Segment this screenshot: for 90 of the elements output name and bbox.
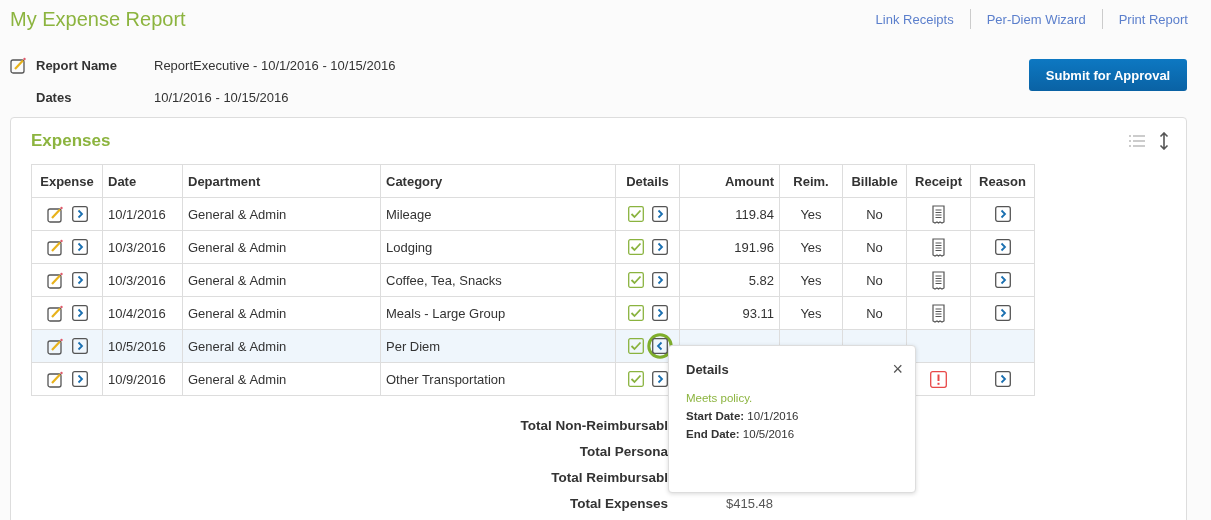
table-cell: No <box>842 197 907 231</box>
table-cell: Yes <box>779 230 843 264</box>
chevron-right-icon[interactable] <box>651 371 668 388</box>
table-cell: 93.11 <box>679 296 780 330</box>
table-cell: General & Admin <box>182 197 381 231</box>
edit-icon[interactable] <box>46 337 64 355</box>
column-header: Receipt <box>906 164 971 198</box>
table-cell: No <box>842 263 907 297</box>
field-label: Dates <box>36 89 73 105</box>
column-header: Expense <box>31 164 103 198</box>
close-button[interactable]: × <box>892 358 903 380</box>
resize-icon[interactable] <box>1159 132 1169 150</box>
field-value: 10/1/2016 - 10/15/2016 <box>154 89 289 105</box>
edit-icon[interactable] <box>46 205 64 223</box>
table-cell: Per Diem <box>380 329 616 363</box>
chevron-right-icon[interactable] <box>71 272 88 289</box>
table-cell: 10/5/2016 <box>102 329 183 363</box>
chevron-left-icon[interactable] <box>646 333 673 360</box>
field-label: Report Name <box>36 57 118 73</box>
table-cell: Coffee, Tea, Snacks <box>380 263 616 297</box>
column-header: Billable <box>842 164 907 198</box>
chevron-right-icon[interactable] <box>71 338 88 355</box>
submit-button[interactable]: Submit for Approval <box>1029 59 1187 91</box>
table-cell: General & Admin <box>182 296 381 330</box>
receipt-icon[interactable] <box>932 303 945 323</box>
table-cell: General & Admin <box>182 230 381 264</box>
chevron-right-icon[interactable] <box>71 206 88 223</box>
chevron-right-icon[interactable] <box>651 305 668 322</box>
table-cell: Yes <box>779 197 843 231</box>
chevron-right-icon[interactable] <box>651 272 668 289</box>
receipt-icon[interactable] <box>932 237 945 257</box>
table-cell: General & Admin <box>182 329 381 363</box>
table-cell: Yes <box>779 296 843 330</box>
table-cell: General & Admin <box>182 362 381 396</box>
table-cell: General & Admin <box>182 263 381 297</box>
table-cell: Meals - Large Group <box>380 296 616 330</box>
field-value: ReportExecutive - 10/1/2016 - 10/15/2016 <box>154 57 396 73</box>
table-cell: Other Transportation <box>380 362 616 396</box>
popover-title: Details <box>686 361 729 377</box>
table-cell: Lodging <box>380 230 616 264</box>
column-header: Category <box>380 164 616 198</box>
detail-line: End Date: 10/5/2016 <box>686 428 796 440</box>
policy-status: Meets policy. <box>686 392 754 404</box>
chevron-right-icon[interactable] <box>994 272 1011 289</box>
receipt-icon[interactable] <box>932 270 945 290</box>
total-label: Total Reimbursabl <box>550 469 668 486</box>
total-label: Total Expenses <box>568 495 668 512</box>
chevron-right-icon[interactable] <box>994 305 1011 322</box>
header-link[interactable]: Print Report <box>1102 11 1188 27</box>
edit-icon[interactable] <box>46 304 64 322</box>
column-header: Amount <box>679 164 780 198</box>
edit-icon[interactable] <box>46 370 64 388</box>
edit-icon[interactable] <box>46 238 64 256</box>
receipt-icon[interactable] <box>932 204 945 224</box>
table-cell: No <box>842 230 907 264</box>
chevron-right-icon[interactable] <box>994 371 1011 388</box>
total-value: $415.48 <box>726 495 774 512</box>
table-cell: 10/3/2016 <box>102 263 183 297</box>
table-cell: 119.84 <box>679 197 780 231</box>
column-header: Department <box>182 164 381 198</box>
chevron-right-icon[interactable] <box>71 239 88 256</box>
total-label: Total Persona <box>578 443 668 460</box>
alert-icon[interactable] <box>930 370 947 388</box>
edit-icon[interactable] <box>46 271 64 289</box>
column-header: Date <box>102 164 183 198</box>
edit-icon[interactable] <box>10 56 27 74</box>
header-link[interactable]: Per-Diem Wizard <box>970 11 1102 27</box>
column-header: Details <box>615 164 680 198</box>
chevron-right-icon[interactable] <box>71 371 88 388</box>
table-cell: Mileage <box>380 197 616 231</box>
table-cell: 10/4/2016 <box>102 296 183 330</box>
table-cell: 10/3/2016 <box>102 230 183 264</box>
chevron-right-icon[interactable] <box>651 239 668 256</box>
chevron-right-icon[interactable] <box>994 206 1011 223</box>
table-cell: 5.82 <box>679 263 780 297</box>
table-cell: 191.96 <box>679 230 780 264</box>
table-cell: 10/1/2016 <box>102 197 183 231</box>
table-cell: 10/9/2016 <box>102 362 183 396</box>
chevron-right-icon[interactable] <box>71 305 88 322</box>
page-title: My Expense Report <box>10 7 186 31</box>
column-header: Reim. <box>779 164 843 198</box>
table-cell: Yes <box>779 263 843 297</box>
chevron-right-icon[interactable] <box>994 239 1011 256</box>
column-header: Reason <box>970 164 1035 198</box>
total-label: Total Non-Reimbursabl <box>519 417 668 434</box>
section-title: Expenses <box>31 131 111 151</box>
detail-line: Start Date: 10/1/2016 <box>686 410 800 422</box>
chevron-right-icon[interactable] <box>651 206 668 223</box>
header-link[interactable]: Link Receipts <box>859 11 970 27</box>
table-cell: No <box>842 296 907 330</box>
